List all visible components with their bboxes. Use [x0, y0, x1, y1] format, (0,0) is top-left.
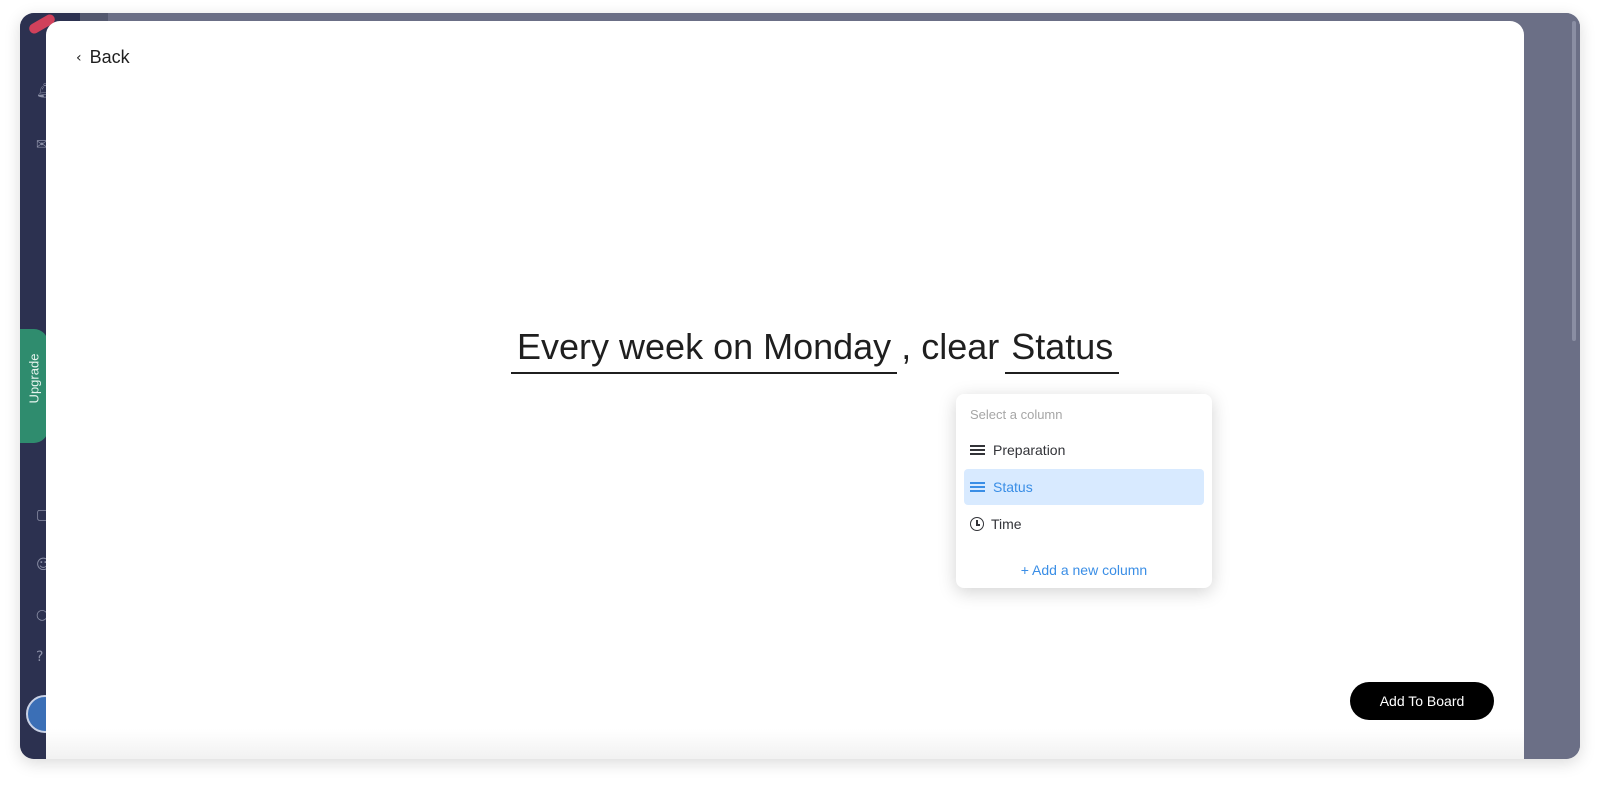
- scrollbar-thumb[interactable]: [1572, 21, 1576, 341]
- sentence-connector: , clear: [901, 326, 1000, 367]
- clock-icon: [970, 517, 984, 531]
- back-button[interactable]: ‹ Back: [76, 47, 130, 68]
- chevron-left-icon: ‹: [76, 49, 82, 66]
- app-window: 🔔︎ ✉︎ Upgrade ▢ ☺︎ ○ ? ‹ Back Every week…: [20, 13, 1580, 759]
- dropdown-item-label: Preparation: [993, 442, 1066, 458]
- scrollbar[interactable]: [1552, 13, 1580, 759]
- automation-sentence: Every week on Monday, clear Status: [511, 326, 1120, 374]
- dropdown-item-time[interactable]: Time: [964, 506, 1204, 542]
- automation-modal: ‹ Back Every week on Monday, clear Status…: [46, 21, 1524, 759]
- dropdown-item-preparation[interactable]: Preparation: [964, 432, 1204, 468]
- back-label: Back: [89, 47, 130, 67]
- dropdown-item-label: Status: [993, 479, 1033, 495]
- dropdown-title: Select a column: [970, 407, 1063, 422]
- add-to-board-button[interactable]: Add To Board: [1350, 682, 1494, 720]
- lines-icon: [970, 480, 986, 494]
- column-dropdown: Select a column Preparation Status Time …: [956, 394, 1212, 588]
- upgrade-label: Upgrade: [26, 353, 42, 404]
- dropdown-item-label: Time: [991, 516, 1022, 532]
- add-new-column-link[interactable]: + Add a new column: [956, 562, 1212, 578]
- lines-icon: [970, 443, 986, 457]
- upgrade-button[interactable]: Upgrade: [20, 329, 48, 443]
- bottom-fade: [46, 729, 1524, 759]
- dropdown-item-status[interactable]: Status: [964, 469, 1204, 505]
- trigger-token[interactable]: Every week on Monday: [511, 326, 898, 374]
- column-token[interactable]: Status: [1005, 326, 1120, 374]
